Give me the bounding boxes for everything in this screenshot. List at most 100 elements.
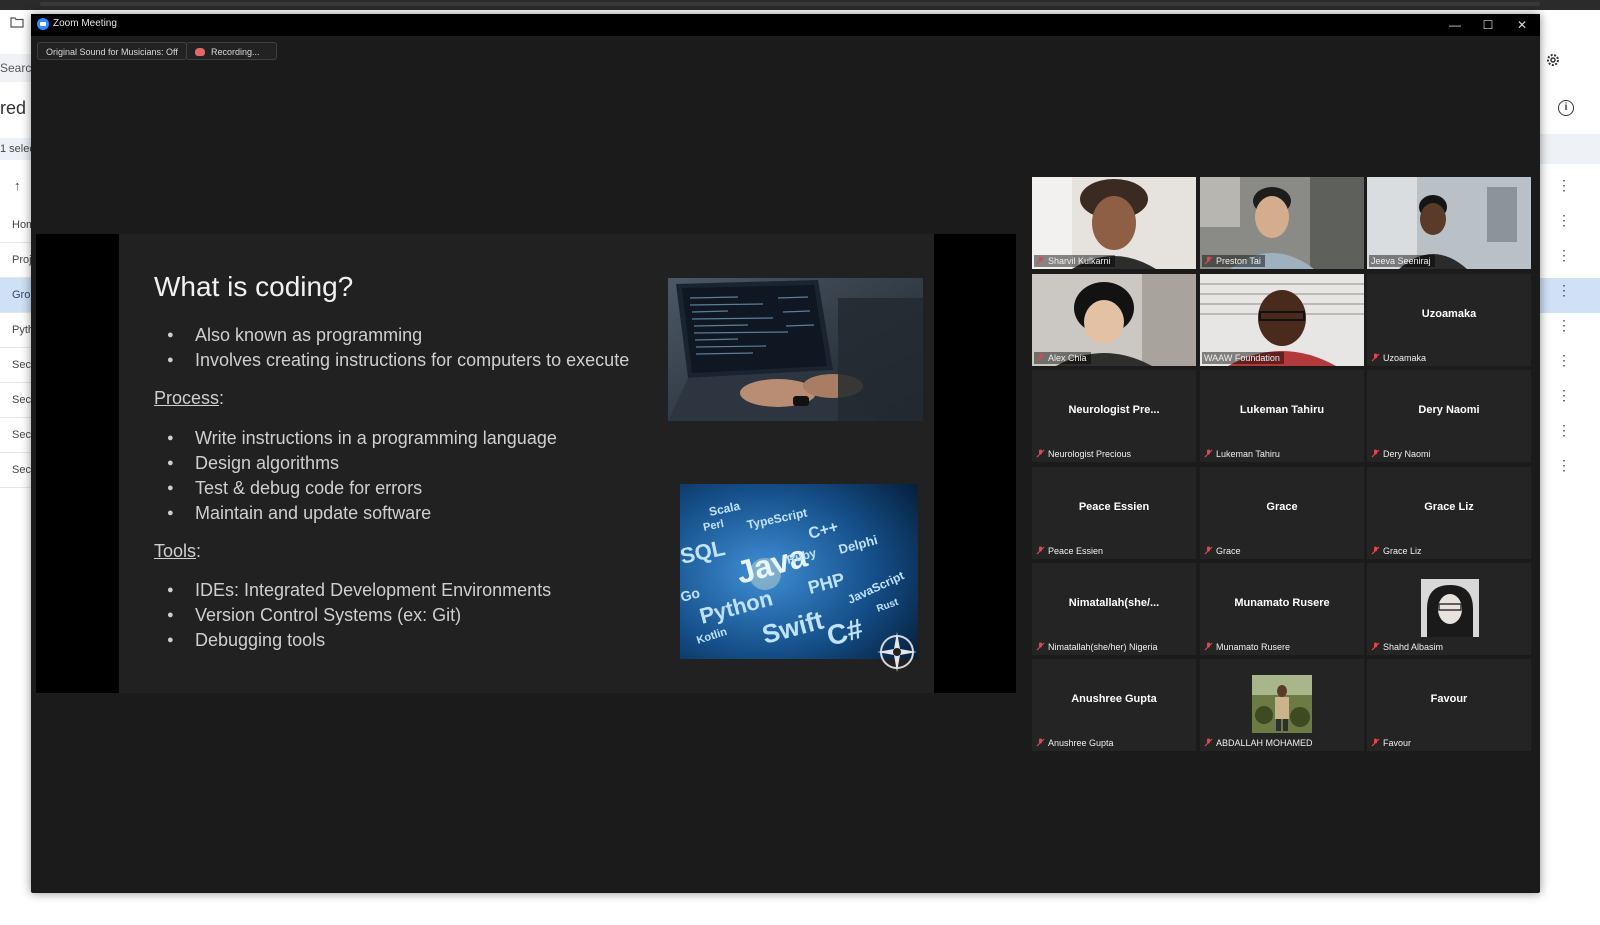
background-row[interactable]: Gro (0, 278, 32, 313)
participant-tile[interactable]: Shahd Albasim (1367, 563, 1531, 655)
participant-tile[interactable]: Neurologist Pre... Neurologist Precious (1032, 370, 1196, 462)
participant-tile[interactable]: ABDALLAH MOHAMED (1200, 659, 1364, 751)
participant-name-label: WAAW Foundation (1202, 352, 1284, 364)
participant-tile[interactable]: Sharvil Kulkarni (1032, 177, 1196, 269)
participant-display-name: Uzoamaka (1421, 308, 1477, 320)
participant-name-label: Uzoamaka (1369, 352, 1430, 364)
tools-heading: Tools: (154, 541, 202, 561)
muted-mic-icon (1371, 738, 1380, 747)
background-row[interactable]: Sec (0, 383, 32, 418)
muted-mic-icon (1036, 642, 1045, 651)
zoom-meeting-window: Zoom Meeting — ☐ ✕ Original Sound for Mu… (31, 14, 1540, 893)
participant-tile[interactable]: Nimatallah(she/... Nimatallah(she/her) N… (1032, 563, 1196, 655)
info-icon[interactable]: i (1558, 100, 1574, 116)
background-search[interactable]: Search (0, 54, 32, 82)
background-tabstrip (40, 2, 1540, 6)
participant-tile[interactable]: Lukeman Tahiru Lukeman Tahiru (1200, 370, 1364, 462)
participant-name-label: Preston Tai (1202, 255, 1265, 267)
background-toolbar-strip (1540, 134, 1600, 164)
gear-icon[interactable] (1545, 52, 1561, 68)
minimize-button[interactable]: — (1440, 16, 1470, 34)
background-row[interactable]: Home (0, 208, 32, 243)
recording-indicator[interactable]: Recording... (186, 42, 277, 60)
muted-mic-icon (1371, 642, 1380, 651)
more-options-icon[interactable]: ⋮ (1557, 248, 1571, 262)
participant-tile[interactable]: Favour Favour (1367, 659, 1531, 751)
close-button[interactable]: ✕ (1507, 16, 1537, 34)
participant-name: Favour (1383, 738, 1412, 748)
more-options-icon[interactable]: ⋮ (1557, 353, 1571, 367)
participant-name: WAAW Foundation (1204, 353, 1280, 363)
background-row[interactable]: Sec (0, 348, 32, 383)
participant-name-label: Neurologist Precious (1034, 448, 1135, 460)
participant-tile[interactable]: Preston Tai (1200, 177, 1364, 269)
participant-name-label: Favour (1369, 737, 1415, 749)
bullet-item: Also known as programming (167, 323, 629, 348)
participant-display-name: Lukeman Tahiru (1239, 404, 1325, 416)
participant-tile-active-speaker[interactable]: Jeeva Seeniraj (1367, 177, 1531, 269)
participant-display-name: Dery Naomi (1418, 404, 1480, 416)
original-sound-button[interactable]: Original Sound for Musicians: Off (37, 42, 187, 60)
more-options-icon[interactable]: ⋮ (1557, 423, 1571, 437)
bullet-item: Design algorithms (167, 451, 557, 476)
muted-mic-icon (1204, 449, 1213, 458)
more-options-icon[interactable]: ⋮ (1557, 213, 1571, 227)
participant-name: Nimatallah(she/her) Nigeria (1048, 642, 1158, 652)
maximize-button[interactable]: ☐ (1473, 16, 1503, 34)
participant-name: Lukeman Tahiru (1216, 449, 1280, 459)
background-app-right: i ⋮ ⋮ ⋮ ⋮ ⋮ ⋮ ⋮ ⋮ ⋮ (1540, 10, 1600, 925)
zoom-logo-icon (37, 18, 49, 30)
bullet-item: IDEs: Integrated Development Environment… (167, 578, 551, 603)
participant-name-label: Grace (1202, 545, 1245, 557)
intro-bullet-list: Also known as programming Involves creat… (167, 323, 629, 373)
participant-name: ABDALLAH MOHAMED (1216, 738, 1313, 748)
more-options-icon[interactable]: ⋮ (1557, 318, 1571, 332)
background-row[interactable]: Pyth (0, 313, 32, 348)
participant-name: Munamato Rusere (1216, 642, 1291, 652)
participant-tile[interactable]: Dery Naomi Dery Naomi (1367, 370, 1531, 462)
participant-display-name: Neurologist Pre... (1068, 404, 1160, 416)
participant-name-label: Anushree Gupta (1034, 737, 1118, 749)
participant-tile[interactable]: Munamato Rusere Munamato Rusere (1200, 563, 1364, 655)
shared-screen[interactable]: What is coding? Also known as programmin… (36, 234, 1016, 693)
participant-tile[interactable]: Uzoamaka Uzoamaka (1367, 274, 1531, 366)
more-options-icon[interactable]: ⋮ (1557, 283, 1571, 297)
muted-mic-icon (1036, 256, 1045, 265)
participant-tile[interactable]: Anushree Gupta Anushree Gupta (1032, 659, 1196, 751)
participant-name-label: Peace Essien (1034, 545, 1107, 557)
participant-name: Neurologist Precious (1048, 449, 1132, 459)
more-options-icon[interactable]: ⋮ (1557, 458, 1571, 472)
more-options-icon[interactable]: ⋮ (1557, 388, 1571, 402)
bullet-item: Write instructions in a programming lang… (167, 426, 557, 451)
muted-mic-icon (1204, 738, 1213, 747)
background-title: red (0, 98, 27, 118)
participant-tile[interactable]: WAAW Foundation (1200, 274, 1364, 366)
participant-tile[interactable]: Grace Liz Grace Liz (1367, 467, 1531, 559)
participant-name: Uzoamaka (1383, 353, 1427, 363)
process-heading: Process: (154, 388, 225, 408)
process-bullet-list: Write instructions in a programming lang… (167, 426, 557, 526)
participant-tile[interactable]: Alex Chia (1032, 274, 1196, 366)
participant-name-label: Grace Liz (1369, 545, 1426, 557)
muted-mic-icon (1371, 546, 1380, 555)
background-selection-count: 1 selected (0, 138, 32, 160)
more-options-icon[interactable]: ⋮ (1557, 178, 1571, 192)
participant-tile[interactable]: Grace Grace (1200, 467, 1364, 559)
sort-up-arrow-icon[interactable]: ↑ (14, 178, 21, 193)
tools-heading-text: Tools (154, 541, 197, 561)
background-row[interactable]: Sec (0, 453, 32, 488)
participant-tile[interactable]: Peace Essien Peace Essien (1032, 467, 1196, 559)
participant-name: Peace Essien (1048, 546, 1104, 556)
muted-mic-icon (1204, 642, 1213, 651)
participant-name: Dery Naomi (1383, 449, 1431, 459)
tools-bullet-list: IDEs: Integrated Development Environment… (167, 578, 551, 653)
background-row[interactable]: Sec (0, 418, 32, 453)
participant-name-label: Lukeman Tahiru (1202, 448, 1284, 460)
participant-display-name: Grace (1266, 501, 1298, 513)
participant-name-label: Dery Naomi (1369, 448, 1435, 460)
background-app-left: Search red 1 selected ↑ Home Proj Gro Py… (0, 10, 32, 925)
bullet-item: Version Control Systems (ex: Git) (167, 603, 551, 628)
participant-avatar (1252, 675, 1312, 733)
presentation-slide: What is coding? Also known as programmin… (119, 234, 934, 693)
background-row[interactable]: Proj (0, 243, 32, 278)
